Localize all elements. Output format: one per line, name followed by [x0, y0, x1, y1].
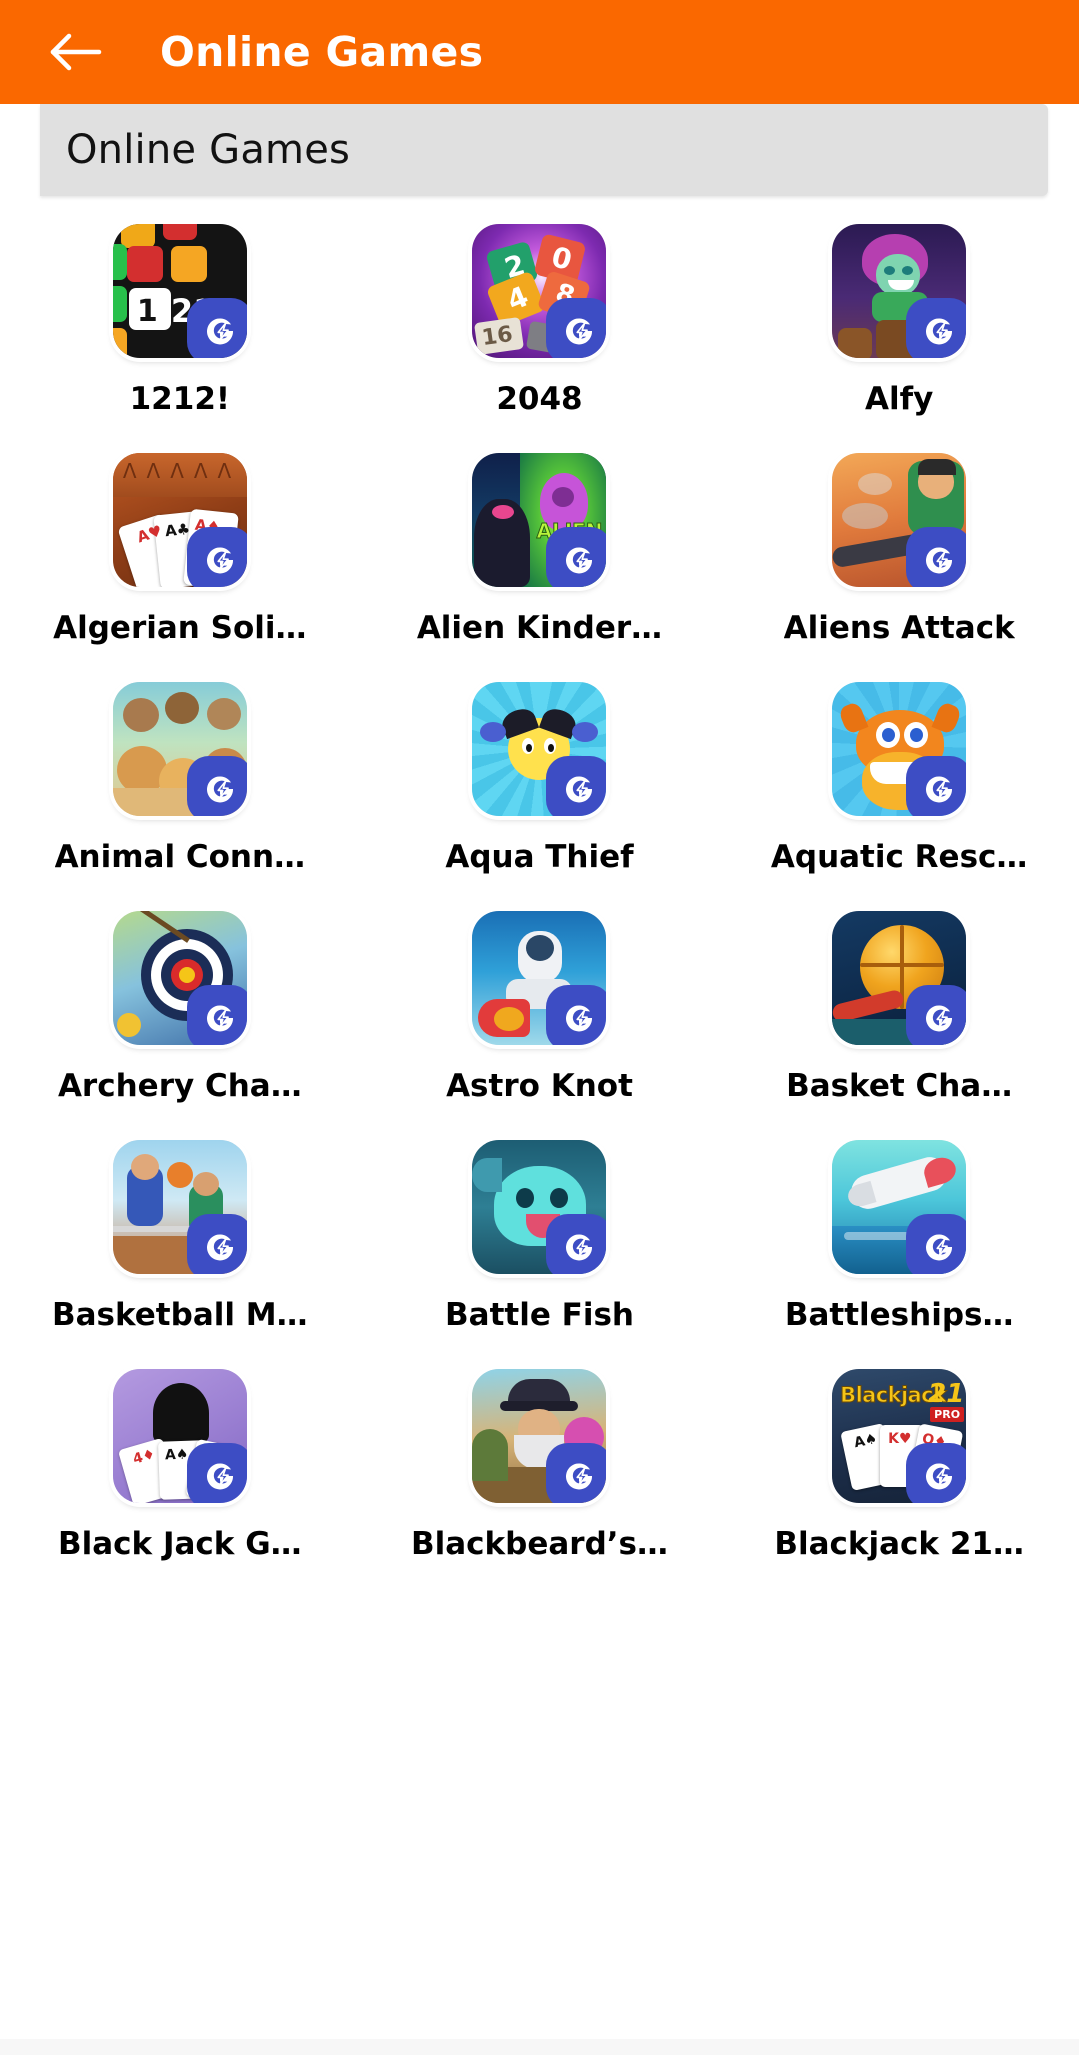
- game-icon-basket-challenge[interactable]: [832, 911, 967, 1045]
- game-tile[interactable]: Astro Knot: [360, 911, 720, 1140]
- game-tile[interactable]: Aqua Thief: [360, 682, 720, 911]
- game-tile-label: Basket Cha…: [786, 1070, 1013, 1103]
- game-icon-basketball-master[interactable]: [112, 1140, 247, 1274]
- game-tile-label: Battle Fish: [445, 1299, 634, 1332]
- app-bar: Online Games: [0, 0, 1079, 104]
- section-header-wrap: Online Games: [0, 104, 1079, 200]
- game-tile-label: Black Jack G…: [58, 1528, 302, 1561]
- gamezop-g-icon: [546, 985, 607, 1045]
- gamezop-g-icon: [546, 1214, 607, 1274]
- game-tile-label: Blackjack 21…: [774, 1528, 1024, 1561]
- game-icon-aqua-thief[interactable]: [472, 682, 607, 816]
- gamezop-g-icon: [186, 298, 247, 358]
- gamezop-g-icon: [186, 527, 247, 587]
- game-tile[interactable]: Blackjack 21 PRO A♠ K♥ Q♦ Blackjack 21…: [719, 1369, 1079, 1598]
- gamezop-g-icon: [186, 1214, 247, 1274]
- game-icon-aliens-attack[interactable]: [832, 453, 967, 587]
- game-tile-label: Alfy: [865, 383, 934, 416]
- gamezop-g-icon: [906, 1443, 967, 1503]
- game-icon-black-jack-gold[interactable]: 4♦ A♠: [112, 1369, 247, 1503]
- game-tile[interactable]: 1212 1212!: [0, 224, 360, 453]
- game-icon-battle-fish[interactable]: [472, 1140, 607, 1274]
- gamezop-g-icon: [546, 298, 607, 358]
- gamezop-g-icon: [906, 756, 967, 816]
- game-icon-astro-knot[interactable]: [472, 911, 607, 1045]
- game-tile[interactable]: Battle Fish: [360, 1140, 720, 1369]
- gamezop-g-icon: [906, 527, 967, 587]
- game-tile[interactable]: 4♦ A♠ Black Jack G…: [0, 1369, 360, 1598]
- game-icon-1212[interactable]: 1212: [112, 224, 247, 358]
- game-tile-label: Basketball M…: [52, 1299, 308, 1332]
- gamezop-g-icon: [546, 1443, 607, 1503]
- game-tile[interactable]: ΛΛΛΛΛ A♥ A♣ A♦ Algerian Soli…: [0, 453, 360, 682]
- game-icon-alien-kindergarten[interactable]: ALIEN: [472, 453, 607, 587]
- bottom-strip: [0, 2039, 1079, 2055]
- game-tile[interactable]: Animal Conn…: [0, 682, 360, 911]
- game-tile[interactable]: Basket Cha…: [719, 911, 1079, 1140]
- game-tile-label: Algerian Soli…: [53, 612, 307, 645]
- game-tile[interactable]: Aquatic Resc…: [719, 682, 1079, 911]
- game-tile[interactable]: 2 0 4 8 16 2048: [360, 224, 720, 453]
- game-tile-label: 1212!: [129, 383, 231, 416]
- game-tile[interactable]: ALIEN Alien Kinder…: [360, 453, 720, 682]
- game-tile-label: Animal Conn…: [54, 841, 306, 874]
- game-tile[interactable]: Basketball M…: [0, 1140, 360, 1369]
- online-games-screen: Online Games Online Games 12121212!20481…: [0, 0, 1079, 2055]
- game-icon-blackbeards-island[interactable]: [472, 1369, 607, 1503]
- game-tile[interactable]: Alfy: [719, 224, 1079, 453]
- game-icon-battleships[interactable]: [832, 1140, 967, 1274]
- games-grid: 1212 1212! 204816 2048 Alfy ΛΛΛΛΛA♥A♣A♦ Algeri…: [0, 200, 1079, 1598]
- game-icon-algerian-solitaire[interactable]: ΛΛΛΛΛ A♥ A♣ A♦: [112, 453, 247, 587]
- game-icon-aquatic-rescue[interactable]: [832, 682, 967, 816]
- game-tile-label: Battleships…: [784, 1299, 1014, 1332]
- game-tile-label: 2048: [496, 383, 583, 416]
- arrow-left-icon: [47, 30, 103, 74]
- game-tile[interactable]: Aliens Attack: [719, 453, 1079, 682]
- game-tile-label: Astro Knot: [446, 1070, 633, 1103]
- gamezop-g-icon: [186, 985, 247, 1045]
- gamezop-g-icon: [186, 1443, 247, 1503]
- gamezop-g-icon: [906, 985, 967, 1045]
- game-icon-blackjack-21-pro[interactable]: Blackjack 21 PRO A♠ K♥ Q♦: [832, 1369, 967, 1503]
- game-icon-archery-challenge[interactable]: [112, 911, 247, 1045]
- gamezop-g-icon: [186, 756, 247, 816]
- game-tile-label: Blackbeard’s…: [410, 1528, 668, 1561]
- gamezop-g-icon: [906, 1214, 967, 1274]
- game-tile-label: Aliens Attack: [783, 612, 1015, 645]
- game-icon-animal-connection[interactable]: [112, 682, 247, 816]
- game-icon-2048[interactable]: 2 0 4 8 16: [472, 224, 607, 358]
- gamezop-g-icon: [906, 298, 967, 358]
- page-title: Online Games: [160, 28, 484, 76]
- section-title: Online Games: [66, 127, 351, 173]
- section-header: Online Games: [40, 104, 1048, 196]
- game-tile-label: Aqua Thief: [445, 841, 634, 874]
- gamezop-g-icon: [546, 527, 607, 587]
- game-tile[interactable]: Battleships…: [719, 1140, 1079, 1369]
- game-tile[interactable]: Archery Cha…: [0, 911, 360, 1140]
- game-tile-label: Alien Kinder…: [416, 612, 663, 645]
- gamezop-g-icon: [546, 756, 607, 816]
- game-tile[interactable]: Blackbeard’s…: [360, 1369, 720, 1598]
- back-button[interactable]: [44, 21, 106, 83]
- game-tile-label: Archery Cha…: [57, 1070, 302, 1103]
- game-icon-alfy[interactable]: [832, 224, 967, 358]
- game-tile-label: Aquatic Resc…: [770, 841, 1028, 874]
